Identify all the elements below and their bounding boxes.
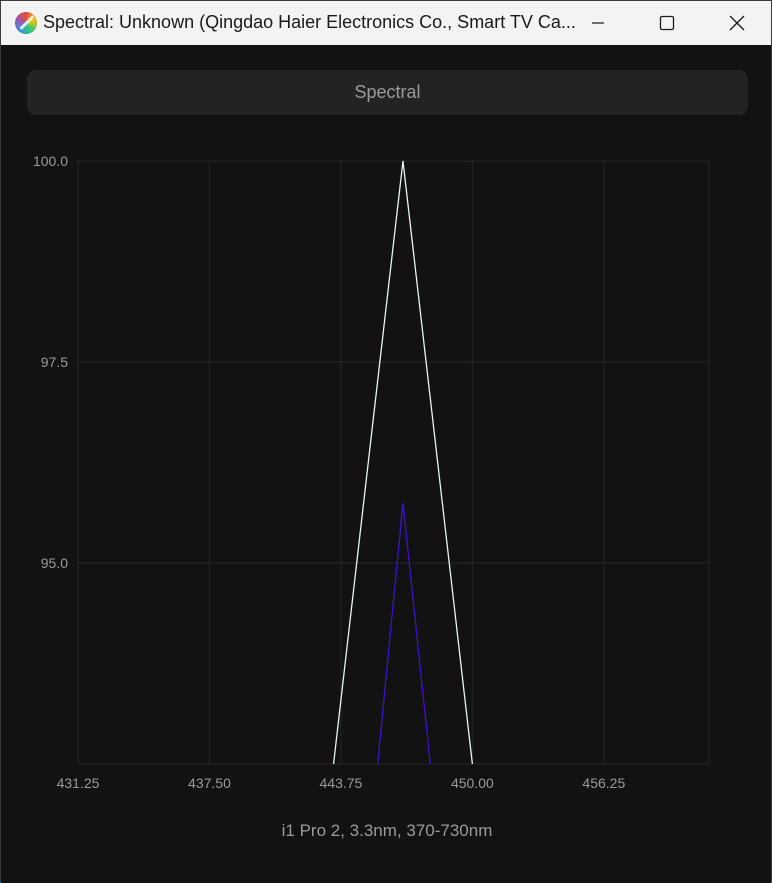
plot-frame: [77, 160, 710, 765]
y-tick-label: 95.0: [41, 555, 68, 571]
x-tick-label: 443.75: [320, 775, 363, 791]
y-tick-label: 97.5: [41, 354, 68, 370]
series-line-1: [377, 502, 431, 765]
spectral-window: Spectral: Unknown (Qingdao Haier Electro…: [0, 0, 772, 883]
x-tick-label: 456.25: [582, 775, 625, 791]
x-tick-label: 437.50: [188, 775, 231, 791]
window-title: Spectral: Unknown (Qingdao Haier Electro…: [43, 12, 576, 32]
series-line-0: [332, 160, 474, 765]
minimize-icon: [592, 22, 604, 24]
close-button[interactable]: [702, 1, 772, 45]
maximize-icon: [659, 15, 675, 31]
minimize-button[interactable]: [563, 1, 633, 45]
x-tick-label: 450.00: [451, 775, 494, 791]
title-bar[interactable]: Spectral: Unknown (Qingdao Haier Electro…: [1, 1, 771, 45]
app-logo-icon: [15, 12, 37, 34]
x-tick-label: 431.25: [57, 775, 100, 791]
close-icon: [729, 15, 745, 31]
spectral-chart: 431.25 437.50 443.75 450.00 456.25 100.0 97.5 9…: [33, 153, 710, 791]
y-tick-label: 100.0: [33, 153, 68, 169]
maximize-button[interactable]: [632, 1, 702, 45]
